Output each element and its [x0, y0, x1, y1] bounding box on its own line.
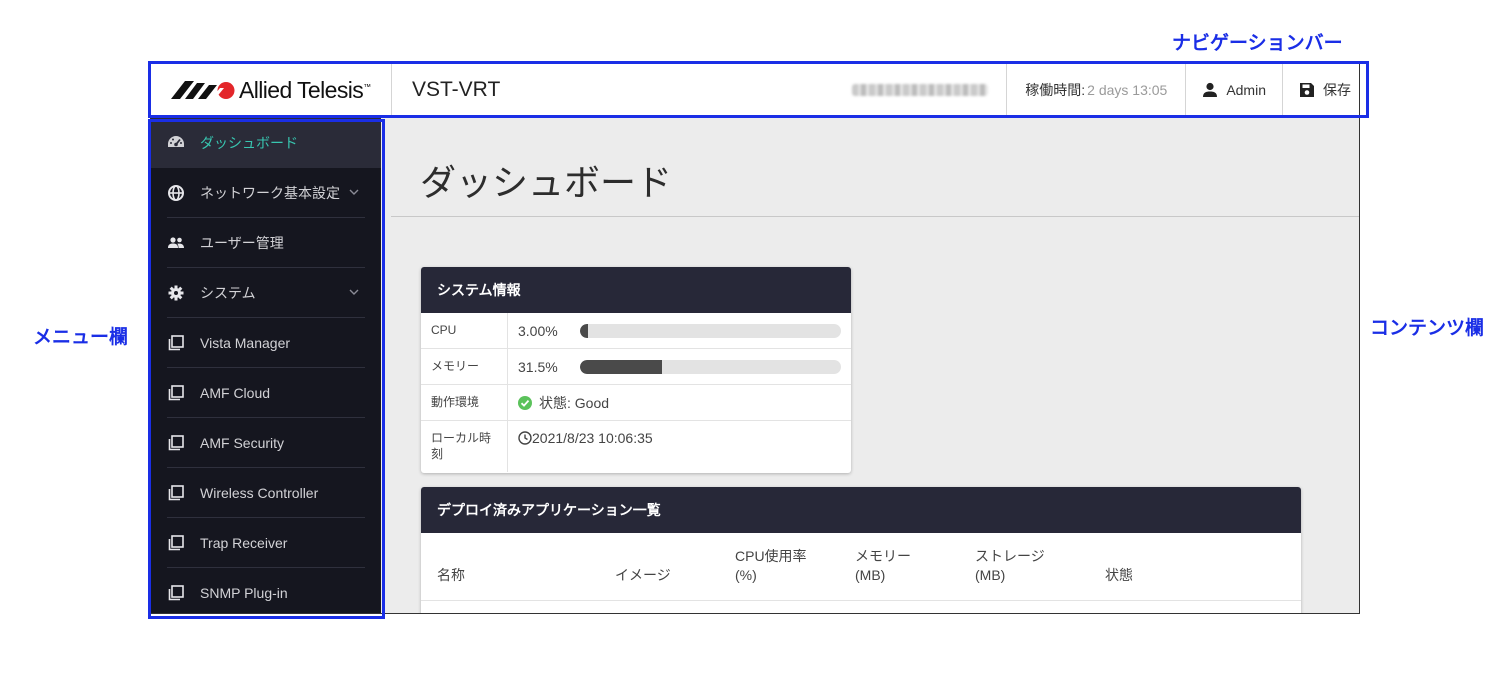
sidebar-item-snmp-plugin[interactable]: SNMP Plug-in: [151, 568, 381, 613]
brand-logo[interactable]: Allied Telesis™: [151, 64, 392, 116]
sidebar-item-trap-receiver[interactable]: Trap Receiver: [151, 518, 381, 568]
brand-name: Allied Telesis™: [239, 76, 371, 103]
chevron-down-icon: [349, 189, 359, 195]
sidebar-item-vista-manager[interactable]: Vista Manager: [151, 318, 381, 368]
app-window: Allied Telesis™ VST-VRT 稼働時間: 2 days 13:…: [150, 63, 1360, 614]
blurred-hostname: [852, 84, 989, 96]
navigation-bar: Allied Telesis™ VST-VRT 稼働時間: 2 days 13:…: [151, 64, 1359, 117]
sidebar-item-amf-security[interactable]: AMF Security: [151, 418, 381, 468]
speedometer-icon: [167, 134, 185, 152]
user-name: Admin: [1226, 82, 1266, 98]
column-memory: メモリー (MB): [855, 548, 911, 583]
column-cpu-usage: CPU使用率 (%): [735, 548, 807, 583]
sidebar-item-wireless-controller[interactable]: Wireless Controller: [151, 468, 381, 518]
sidebar-item-label: ユーザー管理: [200, 235, 284, 251]
save-label: 保存: [1323, 82, 1351, 98]
chevron-down-icon: [349, 289, 359, 295]
cpu-label: CPU: [421, 313, 508, 348]
sidebar-item-dashboard[interactable]: ダッシュボード: [151, 118, 381, 168]
column-storage: ストレージ (MB): [975, 548, 1045, 583]
column-name: 名称: [437, 567, 465, 583]
app-window-icon: [167, 334, 185, 352]
content-area: ダッシュボード システム情報 CPU 3.00% メモリー 31.5% 動作環境…: [391, 118, 1359, 613]
uptime-value: 2 days 13:05: [1087, 82, 1168, 98]
sidebar-menu: ダッシュボード ネットワーク基本設定 ユーザー管理 システム Vista Man…: [151, 118, 381, 613]
sidebar-item-user-management[interactable]: ユーザー管理: [151, 218, 381, 268]
screenshot-stage: ナビゲーションバー メニュー欄 コンテンツ欄 Allied Telesis™ V…: [0, 0, 1512, 680]
uptime-indicator: 稼働時間: 2 days 13:05: [1006, 64, 1185, 116]
system-info-card: システム情報 CPU 3.00% メモリー 31.5% 動作環境 状態: Goo…: [421, 267, 851, 473]
app-window-icon: [167, 384, 185, 402]
page-title: ダッシュボード: [420, 163, 673, 204]
sidebar-item-network-settings[interactable]: ネットワーク基本設定: [151, 168, 381, 218]
app-window-icon: [167, 434, 185, 452]
sidebar-item-label: ダッシュボード: [200, 135, 298, 151]
uptime-label: 稼働時間:: [1025, 82, 1086, 98]
cpu-row: CPU 3.00%: [421, 313, 851, 349]
sidebar-item-label: AMF Cloud: [200, 385, 271, 401]
cpu-progress-bar: [580, 323, 841, 338]
sidebar-item-label: ネットワーク基本設定: [200, 185, 340, 201]
title-divider: [391, 216, 1359, 217]
sidebar-item-label: Trap Receiver: [200, 535, 288, 551]
globe-icon: [167, 184, 185, 202]
allied-telesis-logo-icon: [171, 81, 235, 99]
cpu-progress-fill: [580, 323, 588, 338]
user-menu-button[interactable]: Admin: [1185, 64, 1282, 116]
local-time-row: ローカル時刻 2021/8/23 10:06:35: [421, 421, 851, 472]
system-info-header: システム情報: [421, 267, 851, 313]
memory-progress-fill: [580, 359, 663, 374]
app-window-icon: [167, 484, 185, 502]
cpu-value: 3.00%: [518, 322, 558, 339]
save-button[interactable]: 保存: [1282, 64, 1359, 116]
memory-value: 31.5%: [518, 358, 558, 375]
apps-table-header: 名称 イメージ CPU使用率 (%) メモリー (MB) ストレージ (MB) …: [421, 533, 1301, 601]
environment-row: 動作環境 状態: Good: [421, 385, 851, 421]
memory-label: メモリー: [421, 349, 508, 384]
users-icon: [167, 234, 185, 252]
sidebar-item-system[interactable]: システム: [151, 268, 381, 318]
content-annotation-label: コンテンツ欄: [1370, 317, 1485, 339]
deployed-apps-header: デプロイ済みアプリケーション一覧: [421, 487, 1301, 533]
sidebar-item-label: Wireless Controller: [200, 485, 319, 501]
device-name: VST-VRT: [412, 78, 501, 101]
local-time-value: 2021/8/23 10:06:35: [532, 430, 653, 446]
app-window-icon: [167, 534, 185, 552]
column-image: イメージ: [615, 567, 671, 583]
check-circle-icon: [518, 395, 532, 410]
local-time-label: ローカル時刻: [421, 421, 508, 472]
environment-label: 動作環境: [421, 385, 508, 420]
memory-progress-bar: [580, 359, 841, 374]
user-icon: [1203, 82, 1218, 97]
sidebar-item-amf-cloud[interactable]: AMF Cloud: [151, 368, 381, 418]
floppy-disk-icon: [1300, 83, 1314, 97]
deployed-apps-card: デプロイ済みアプリケーション一覧 名称 イメージ CPU使用率 (%) メモリー…: [421, 487, 1301, 613]
sidebar-item-label: Vista Manager: [200, 335, 291, 351]
memory-row: メモリー 31.5%: [421, 349, 851, 385]
sidebar-item-label: システム: [200, 285, 256, 301]
clock-icon: [518, 431, 532, 445]
app-window-icon: [167, 584, 185, 602]
sidebar-item-label: AMF Security: [200, 435, 285, 451]
sidebar-item-label: SNMP Plug-in: [200, 585, 288, 601]
environment-status: 状態: Good: [539, 394, 610, 411]
column-status: 状態: [1105, 567, 1133, 583]
gear-icon: [167, 284, 185, 302]
navbar-annotation-label: ナビゲーションバー: [1172, 32, 1343, 54]
menu-annotation-label: メニュー欄: [33, 326, 129, 348]
